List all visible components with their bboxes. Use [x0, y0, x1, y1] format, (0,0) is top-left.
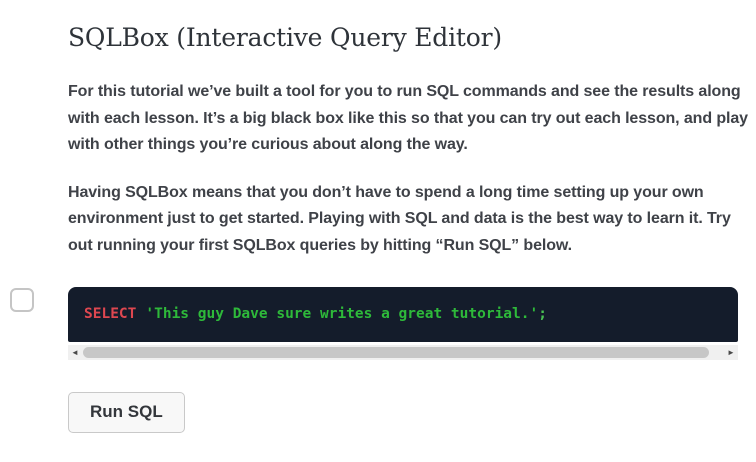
- scroll-right-arrow-icon[interactable]: ►: [727, 345, 735, 360]
- sql-terminator-token: ;: [538, 306, 547, 322]
- intro-paragraph-2: Having SQLBox means that you don’t have …: [68, 183, 731, 254]
- main-content: SQLBox (Interactive Query Editor) For th…: [10, 0, 750, 433]
- sql-code-line[interactable]: SELECT 'This guy Dave sure writes a great…: [84, 306, 722, 322]
- sqlbox-checkbox[interactable]: [10, 288, 34, 312]
- scroll-left-arrow-icon[interactable]: ◄: [71, 345, 79, 360]
- sql-code-editor-area[interactable]: SELECT 'This guy Dave sure writes a great…: [68, 287, 738, 342]
- run-sql-button[interactable]: Run SQL: [68, 392, 185, 433]
- sqlbox-section: SELECT 'This guy Dave sure writes a great…: [10, 287, 750, 360]
- scrollbar-thumb[interactable]: [83, 347, 709, 358]
- sql-editor: SELECT 'This guy Dave sure writes a great…: [68, 287, 738, 360]
- page-title: SQLBox (Interactive Query Editor): [68, 23, 502, 52]
- intro-paragraph-1: For this tutorial we’ve built a tool for…: [68, 83, 748, 153]
- horizontal-scrollbar[interactable]: ◄ ►: [68, 345, 738, 360]
- sql-string-token: 'This guy Dave sure writes a great tutor…: [145, 306, 539, 322]
- sql-keyword-token: SELECT: [84, 306, 137, 322]
